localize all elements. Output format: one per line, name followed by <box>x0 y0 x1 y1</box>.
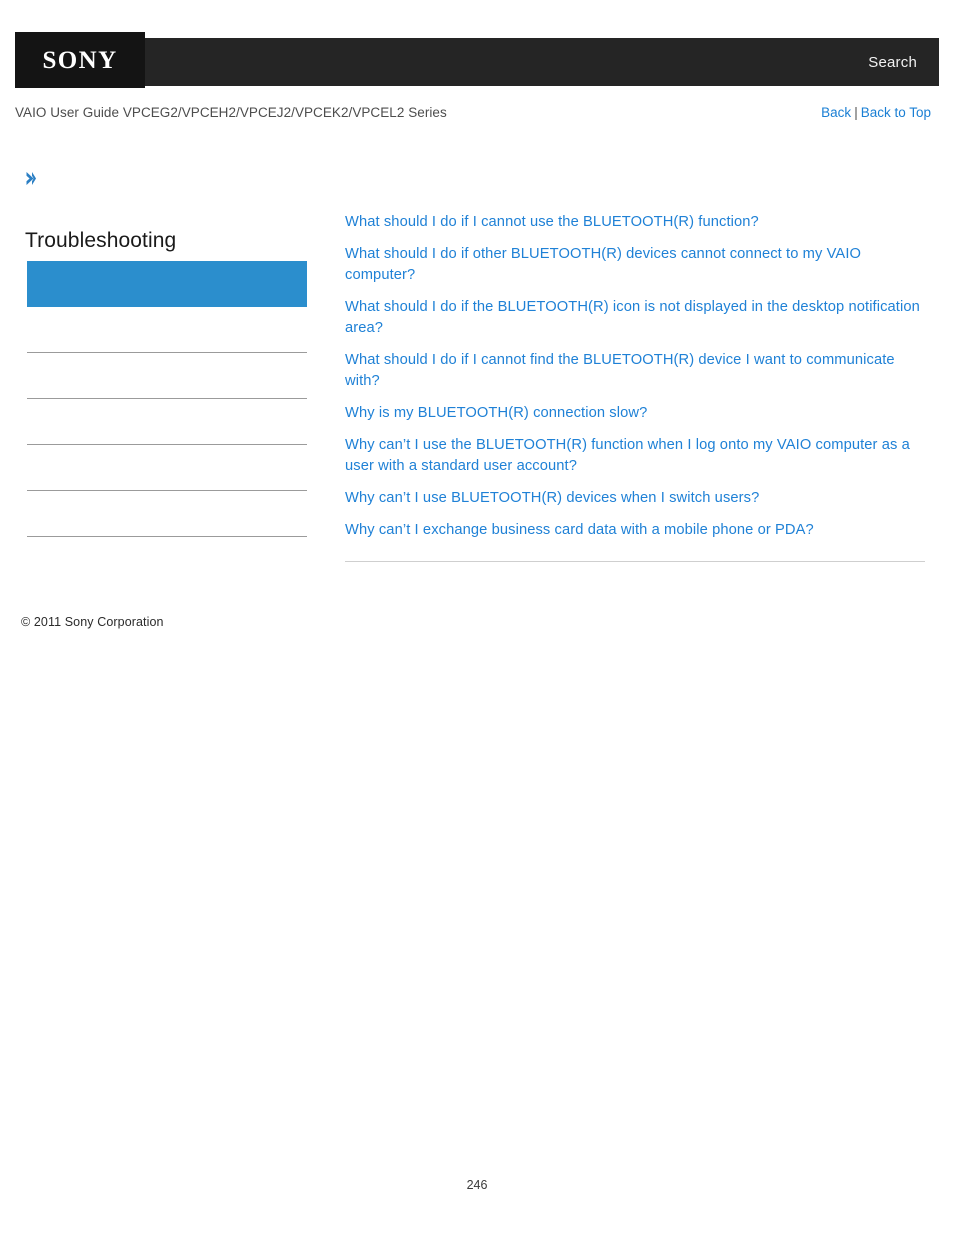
sidebar-item[interactable] <box>27 491 307 538</box>
content-link[interactable]: What should I do if I cannot find the BL… <box>345 350 923 392</box>
content-link[interactable]: What should I do if the BLUETOOTH(R) ico… <box>345 297 923 339</box>
nav-separator: | <box>854 104 858 120</box>
sidebar-item-list <box>0 307 330 538</box>
sub-header: VAIO User Guide VPCEG2/VPCEH2/VPCEJ2/VPC… <box>15 100 939 124</box>
sony-logo-text: SONY <box>42 46 118 74</box>
sony-logo[interactable]: SONY <box>15 32 145 88</box>
content-link[interactable]: What should I do if other BLUETOOTH(R) d… <box>345 244 923 286</box>
copyright-text: © 2011 Sony Corporation <box>21 615 164 629</box>
sidebar-section-title: Troubleshooting <box>25 229 177 252</box>
sidebar-item[interactable] <box>27 399 307 446</box>
breadcrumb <box>0 160 330 196</box>
header-nav-links: Back | Back to Top <box>821 105 939 120</box>
sidebar-item-selected[interactable] <box>27 261 307 308</box>
sidebar-item[interactable] <box>27 353 307 400</box>
content-link[interactable]: What should I do if I cannot use the BLU… <box>345 212 923 233</box>
content-link[interactable]: Why is my BLUETOOTH(R) connection slow? <box>345 403 923 424</box>
main-content: What should I do if I cannot use the BLU… <box>345 212 925 562</box>
back-to-top-link[interactable]: Back to Top <box>861 105 931 120</box>
content-link[interactable]: Why can’t I use BLUETOOTH(R) devices whe… <box>345 488 923 509</box>
content-divider <box>345 561 925 562</box>
content-link[interactable]: Why can’t I use the BLUETOOTH(R) functio… <box>345 435 923 477</box>
chevron-right-icon[interactable] <box>24 171 39 186</box>
search-button[interactable]: Search <box>868 54 939 71</box>
sidebar-item[interactable] <box>27 307 307 354</box>
page-number: 246 <box>466 1178 488 1192</box>
back-link[interactable]: Back <box>821 105 851 120</box>
guide-title: VAIO User Guide VPCEG2/VPCEH2/VPCEJ2/VPC… <box>15 104 447 120</box>
sidebar-item[interactable] <box>27 445 307 492</box>
content-link[interactable]: Why can’t I exchange business card data … <box>345 520 923 541</box>
sidebar: Troubleshooting <box>0 160 330 538</box>
site-header-bar: SONY Search <box>15 32 939 88</box>
